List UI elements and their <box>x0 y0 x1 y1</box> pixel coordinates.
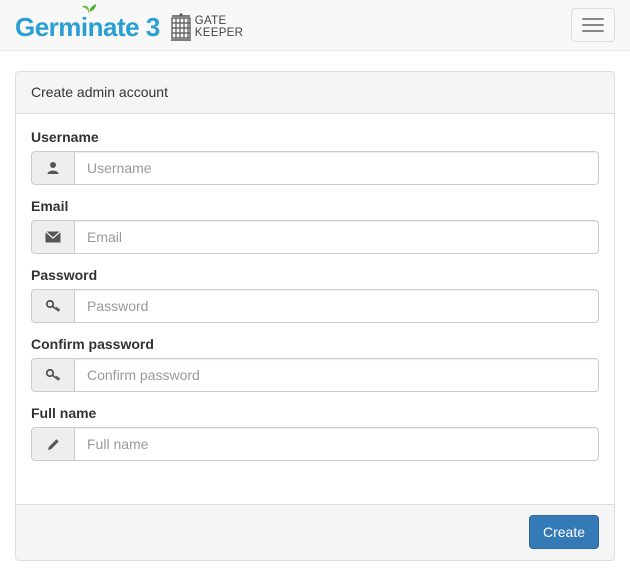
email-input-group <box>31 220 599 254</box>
pencil-icon <box>31 427 74 461</box>
brand-logo[interactable]: Germinate 3 GATE KEEPER <box>15 4 243 43</box>
confirm-password-input-group <box>31 358 599 392</box>
password-group: Password <box>31 267 599 323</box>
portcullis-icon <box>170 13 191 41</box>
user-icon <box>31 151 74 185</box>
email-input[interactable] <box>74 220 599 254</box>
gatekeeper-text: GATE KEEPER <box>194 15 244 39</box>
confirm-password-input[interactable] <box>74 358 599 392</box>
username-input-group <box>31 151 599 185</box>
create-admin-panel: Create admin account Username Email Pass… <box>15 71 615 561</box>
full-name-label: Full name <box>31 405 97 421</box>
panel-body: Username Email Password <box>16 114 614 489</box>
full-name-input[interactable] <box>74 427 599 461</box>
full-name-group: Full name <box>31 405 599 461</box>
brand-name: Germinate 3 <box>15 11 160 42</box>
envelope-icon <box>31 220 74 254</box>
confirm-password-group: Confirm password <box>31 336 599 392</box>
username-group: Username <box>31 129 599 185</box>
password-input[interactable] <box>74 289 599 323</box>
sprout-icon <box>82 4 96 15</box>
create-button[interactable]: Create <box>528 515 599 549</box>
username-label: Username <box>31 129 99 145</box>
password-input-group <box>31 289 599 323</box>
key-icon <box>31 289 74 323</box>
navbar-toggle-button[interactable] <box>571 8 615 42</box>
password-label: Password <box>31 267 98 283</box>
gatekeeper-logo: GATE KEEPER <box>170 13 243 41</box>
full-name-input-group <box>31 427 599 461</box>
panel-footer: Create <box>16 504 614 560</box>
email-label: Email <box>31 198 69 214</box>
hamburger-menu-icon <box>582 18 604 20</box>
username-input[interactable] <box>74 151 599 185</box>
key-icon <box>31 358 74 392</box>
confirm-password-label: Confirm password <box>31 336 154 352</box>
panel-heading: Create admin account <box>16 72 614 114</box>
email-group: Email <box>31 198 599 254</box>
navbar: Germinate 3 GATE KEEPER <box>0 0 630 51</box>
